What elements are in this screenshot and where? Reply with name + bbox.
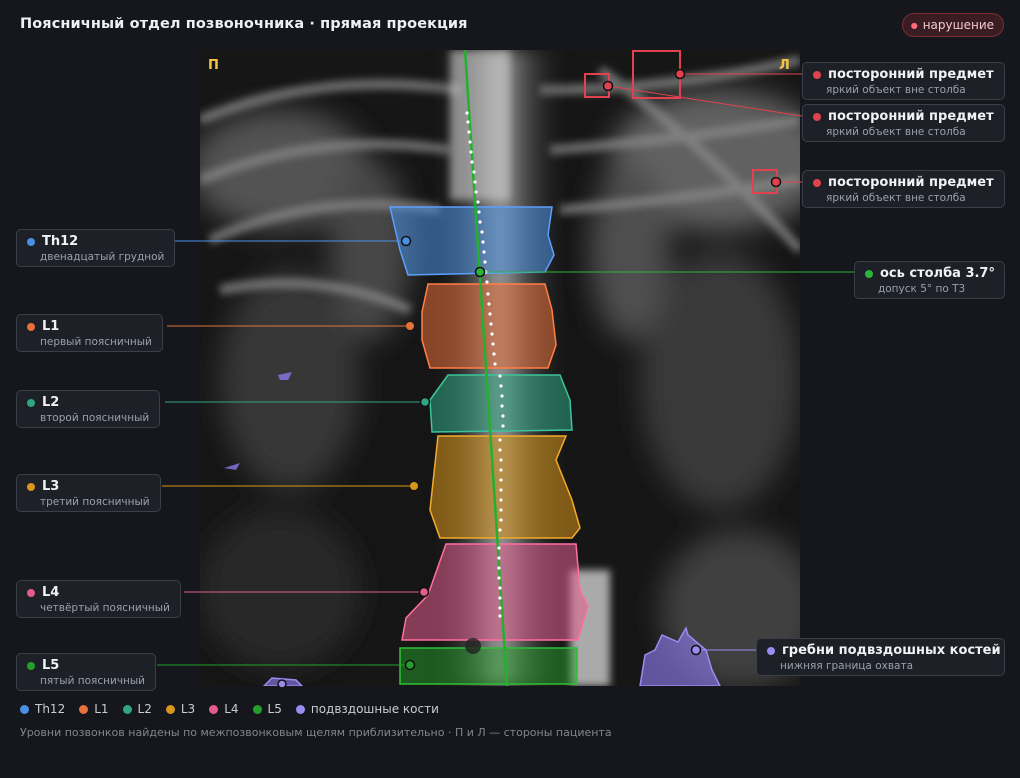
legend-item-l3[interactable]: L3: [165, 702, 196, 716]
callout-l2-sub: второй поясничный: [40, 412, 150, 424]
callout-l1-sub: первый поясничный: [40, 336, 152, 348]
callout-foreign-object-1-sub: яркий объект вне столба: [826, 84, 966, 96]
callout-foreign-object-2-sub: яркий объект вне столба: [826, 126, 966, 138]
callout-th12[interactable]: Th12 двенадцатый грудной: [16, 229, 176, 267]
l5-color-dot-icon: [27, 662, 35, 670]
legend-label: L2: [137, 702, 152, 716]
callout-spine-axis[interactable]: ось столба 3.7° допуск 5° по Т3: [854, 261, 1005, 299]
callout-l3-sub: третий поясничный: [40, 496, 150, 508]
callout-l3-label: L3: [42, 479, 60, 494]
th12-color-dot-icon: [27, 238, 35, 246]
footnote: Уровни позвонков найдены по межпозвонков…: [20, 726, 612, 739]
callout-foreign-object-3[interactable]: посторонний предмет яркий объект вне сто…: [802, 170, 1005, 208]
callout-l4-label: L4: [42, 585, 60, 600]
legend-dot-icon: [165, 704, 175, 714]
legend-item-l5[interactable]: L5: [252, 702, 282, 716]
callout-foreign-object-3-sub: яркий объект вне столба: [826, 192, 966, 204]
callout-spine-axis-label: ось столба 3.7°: [880, 266, 995, 281]
legend-dot-icon: [295, 704, 305, 714]
callout-l2-label: L2: [42, 395, 60, 410]
status-badge[interactable]: ● нарушение: [901, 13, 1004, 37]
foreign-object-dot-icon: [813, 71, 821, 79]
legend-dot-icon: [20, 704, 29, 714]
legend: Th12 L1 L2 L3 L4 L5 подвздошные кости: [20, 702, 439, 716]
callout-th12-sub: двенадцатый грудной: [40, 251, 165, 263]
vertebra-l2-mask[interactable]: [429, 374, 573, 433]
callout-foreign-object-2-label: посторонний предмет: [828, 109, 994, 124]
vertebra-l1-mask[interactable]: [421, 283, 557, 369]
legend-item-l4[interactable]: L4: [209, 702, 239, 716]
legend-item-th12[interactable]: Th12: [20, 702, 65, 716]
legend-label: подвздошные кости: [310, 702, 439, 716]
side-marker-right: П: [208, 58, 219, 73]
legend-dot-icon: [122, 704, 132, 714]
callout-th12-label: Th12: [42, 234, 79, 249]
callout-l4-sub: четвёртый поясничный: [40, 602, 170, 614]
callout-iliac-crests-sub: нижняя граница охвата: [780, 660, 914, 672]
l1-color-dot-icon: [27, 323, 35, 331]
legend-item-iliac[interactable]: подвздошные кости: [295, 702, 439, 716]
legend-dot-icon: [252, 704, 262, 714]
callout-l1[interactable]: L1 первый поясничный: [16, 314, 163, 352]
legend-label: L5: [267, 702, 282, 716]
xray-viewer[interactable]: [200, 50, 800, 686]
callout-iliac-crests[interactable]: гребни подвздошных костей нижняя граница…: [756, 638, 1005, 676]
foreign-object-dot-icon: [813, 113, 821, 121]
callout-foreign-object-3-label: посторонний предмет: [828, 175, 994, 190]
callout-l5[interactable]: L5 пятый поясничный: [16, 653, 156, 691]
callout-l3[interactable]: L3 третий поясничный: [16, 474, 161, 512]
l2-color-dot-icon: [27, 399, 35, 407]
callout-l5-sub: пятый поясничный: [40, 675, 145, 687]
vertebra-l3-mask[interactable]: [429, 435, 581, 539]
callout-l2[interactable]: L2 второй поясничный: [16, 390, 161, 428]
legend-label: L1: [94, 702, 109, 716]
callout-foreign-object-1-label: посторонний предмет: [828, 67, 994, 82]
side-marker-left: Л: [779, 58, 790, 73]
legend-dot-icon: [79, 704, 89, 714]
legend-label: L4: [224, 702, 239, 716]
vertebra-l5-mask[interactable]: [399, 647, 578, 685]
callout-spine-axis-sub: допуск 5° по Т3: [878, 283, 966, 295]
page-title: Поясничный отдел позвоночника · прямая п…: [20, 16, 468, 32]
alert-dot-icon: ●: [910, 20, 918, 30]
l3-color-dot-icon: [27, 483, 35, 491]
callout-l5-label: L5: [42, 658, 60, 673]
callout-foreign-object-2[interactable]: посторонний предмет яркий объект вне сто…: [802, 104, 1005, 142]
xray-image: [200, 50, 800, 686]
status-badge-label: нарушение: [922, 18, 994, 32]
legend-item-l1[interactable]: L1: [79, 702, 109, 716]
legend-label: Th12: [35, 702, 66, 716]
l4-color-dot-icon: [27, 589, 35, 597]
callout-foreign-object-1[interactable]: посторонний предмет яркий объект вне сто…: [802, 62, 1005, 100]
legend-item-l2[interactable]: L2: [122, 702, 152, 716]
foreign-object-dot-icon: [813, 179, 821, 187]
callout-iliac-crests-label: гребни подвздошных костей: [782, 643, 1001, 658]
legend-dot-icon: [209, 704, 219, 714]
legend-label: L3: [180, 702, 196, 716]
callout-l4[interactable]: L4 четвёртый поясничный: [16, 580, 181, 618]
axis-dot-icon: [865, 270, 873, 278]
callout-l1-label: L1: [42, 319, 60, 334]
iliac-dot-icon: [767, 647, 775, 655]
vertebra-th12-mask[interactable]: [389, 206, 555, 276]
